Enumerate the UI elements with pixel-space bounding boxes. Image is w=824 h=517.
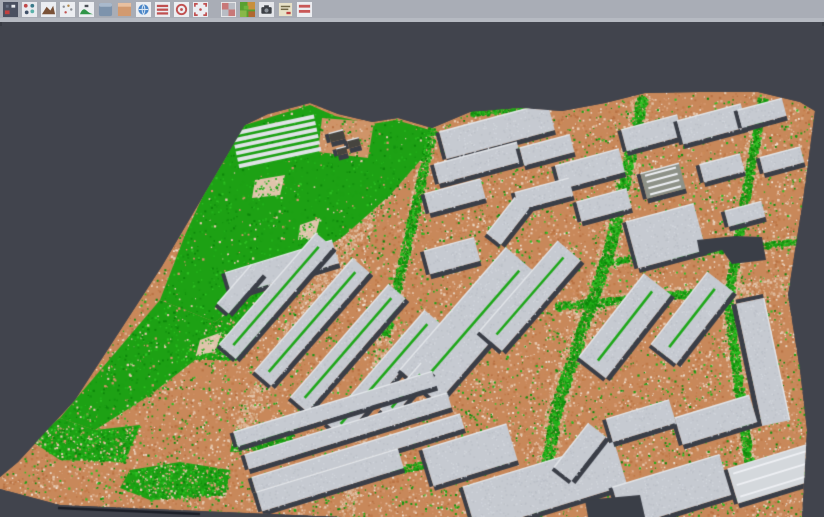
orthophoto-icon[interactable] xyxy=(116,1,133,18)
target-circle-icon[interactable] xyxy=(173,1,190,18)
flag-stripes-icon[interactable] xyxy=(296,1,313,18)
sparse-points-icon[interactable] xyxy=(59,1,76,18)
panel-icon[interactable] xyxy=(97,1,114,18)
classification-palette-icon[interactable] xyxy=(2,1,19,18)
viewport-3d[interactable] xyxy=(0,26,824,517)
point-classes-icon[interactable] xyxy=(21,1,38,18)
globe-icon[interactable] xyxy=(135,1,152,18)
camera-icon[interactable] xyxy=(258,1,275,18)
annotation-icon[interactable] xyxy=(277,1,294,18)
tin-surface-icon[interactable] xyxy=(40,1,57,18)
point-cloud-canvas[interactable] xyxy=(0,26,824,517)
classified-image-icon[interactable] xyxy=(239,1,256,18)
zoom-extent-icon[interactable] xyxy=(192,1,209,18)
profile-lines-icon[interactable] xyxy=(154,1,171,18)
grid-cells-icon[interactable] xyxy=(220,1,237,18)
toolbar xyxy=(0,0,824,22)
terrain-model-icon[interactable] xyxy=(78,1,95,18)
